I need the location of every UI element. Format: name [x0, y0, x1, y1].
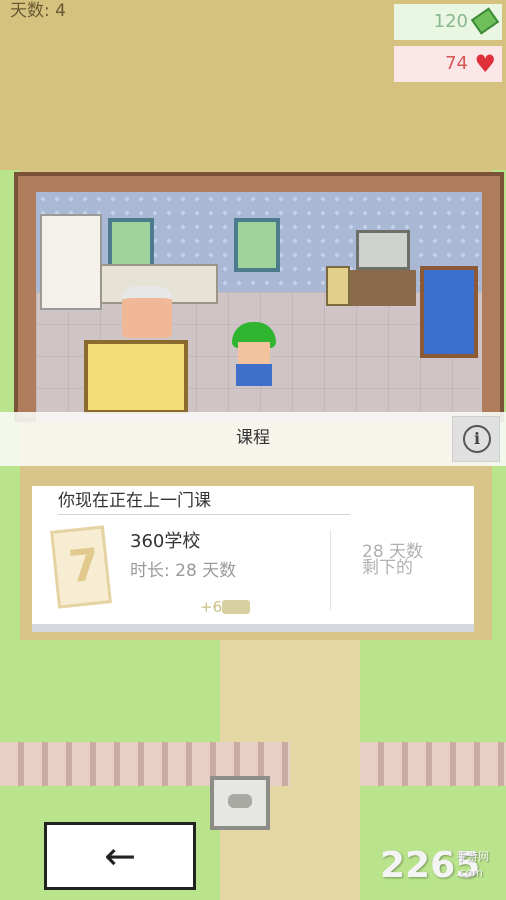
clipboard-mark: 7 — [66, 539, 103, 594]
health-display: 74 ♥ — [394, 46, 502, 82]
back-arrow-icon: ← — [104, 834, 136, 878]
back-button[interactable]: ← — [44, 822, 196, 890]
info-icon: i — [463, 425, 491, 453]
fridge — [40, 214, 102, 310]
course-card[interactable]: 你现在正在上一门课 7 360学校 时长: 28 天数 +6 28 天数 剩下的 — [32, 486, 474, 632]
tv-table — [350, 270, 416, 306]
clipboard-icon: 7 — [50, 525, 112, 609]
lamp — [326, 266, 350, 306]
teacher-character — [122, 286, 172, 338]
day-counter: 天数: 4 — [10, 1, 66, 21]
money-display: 120 — [394, 4, 502, 40]
teacher-desk — [84, 340, 188, 414]
money-value: 120 — [433, 11, 468, 32]
fence-right — [360, 742, 506, 786]
gamepad-icon — [222, 600, 250, 614]
card-heading: 你现在正在上一门课 — [58, 488, 350, 515]
window — [234, 218, 280, 272]
tv — [356, 230, 410, 270]
panel-header: 课程 — [0, 412, 506, 466]
course-reward: +6 — [200, 598, 223, 616]
heart-icon: ♥ — [474, 50, 496, 78]
days-left-label: 剩下的 — [362, 558, 413, 578]
info-button[interactable]: i — [452, 416, 500, 462]
player-character — [232, 322, 276, 386]
course-name: 360学校 — [130, 531, 201, 552]
bed — [420, 266, 478, 358]
course-duration: 时长: 28 天数 — [130, 561, 237, 581]
panel-title: 课程 — [236, 428, 270, 448]
cash-icon — [470, 7, 500, 35]
window — [108, 218, 154, 268]
health-value: 74 — [445, 53, 468, 74]
card-divider — [330, 530, 331, 610]
watermark-domain: .com — [456, 866, 483, 879]
fish-icon — [228, 794, 252, 808]
watermark-sub: 手游网 — [456, 850, 489, 863]
